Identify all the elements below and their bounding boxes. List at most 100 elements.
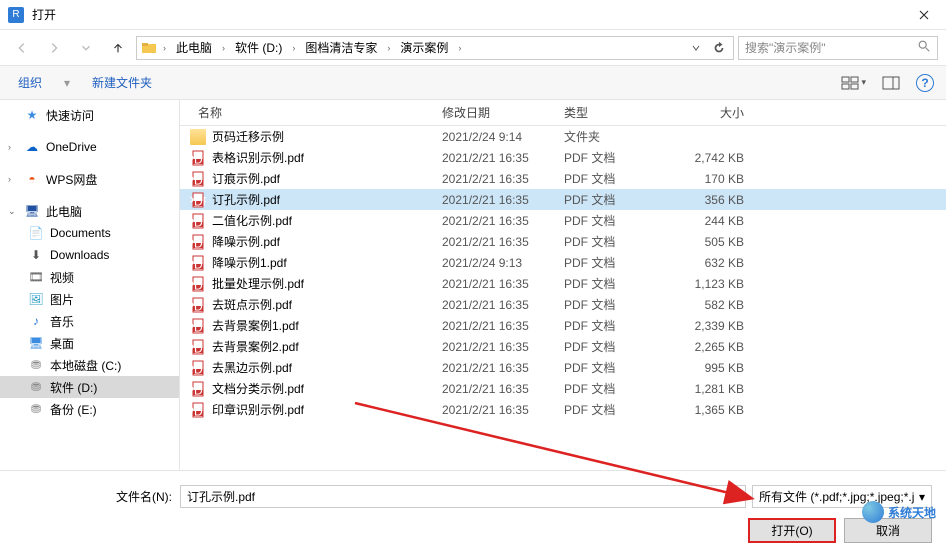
file-row[interactable]: PDF去黑边示例.pdf2021/2/21 16:35PDF 文档995 KB <box>180 357 946 378</box>
pdf-icon: PDF <box>190 339 206 355</box>
pdf-icon: PDF <box>190 192 206 208</box>
close-button[interactable] <box>901 0 946 30</box>
organize-button[interactable]: 组织 <box>12 72 48 93</box>
file-type: PDF 文档 <box>564 401 672 418</box>
file-type: PDF 文档 <box>564 191 672 208</box>
sidebar-this-pc[interactable]: ⌄🖥此电脑 <box>0 200 179 222</box>
file-row[interactable]: PDF去斑点示例.pdf2021/2/21 16:35PDF 文档582 KB <box>180 294 946 315</box>
sidebar-disk-e[interactable]: ⛃备份 (E:) <box>0 398 179 420</box>
sidebar-pictures[interactable]: 🖼图片 <box>0 288 179 310</box>
column-size[interactable]: 大小 <box>672 104 752 121</box>
file-row[interactable]: PDF去背景案例2.pdf2021/2/21 16:35PDF 文档2,265 … <box>180 336 946 357</box>
file-row[interactable]: PDF降噪示例.pdf2021/2/21 16:35PDF 文档505 KB <box>180 231 946 252</box>
file-row[interactable]: PDF二值化示例.pdf2021/2/21 16:35PDF 文档244 KB <box>180 210 946 231</box>
file-date: 2021/2/21 16:35 <box>442 214 564 228</box>
file-type: PDF 文档 <box>564 275 672 292</box>
file-row[interactable]: PDF订孔示例.pdf2021/2/21 16:35PDF 文档356 KB <box>180 189 946 210</box>
file-name: 表格识别示例.pdf <box>212 149 304 166</box>
file-date: 2021/2/21 16:35 <box>442 277 564 291</box>
address-bar[interactable]: › 此电脑 › 软件 (D:) › 图档清洁专家 › 演示案例 › <box>136 36 734 60</box>
file-size: 244 KB <box>672 214 752 228</box>
column-date[interactable]: 修改日期 <box>442 104 564 121</box>
address-dropdown[interactable] <box>687 43 705 53</box>
sidebar-disk-c[interactable]: ⛃本地磁盘 (C:) <box>0 354 179 376</box>
file-type: PDF 文档 <box>564 317 672 334</box>
breadcrumb-folder1[interactable]: 图档清洁专家 <box>301 39 381 56</box>
column-type[interactable]: 类型 <box>564 104 672 121</box>
recent-locations-button[interactable] <box>72 36 100 60</box>
file-type: PDF 文档 <box>564 233 672 250</box>
sidebar-disk-d[interactable]: ⛃软件 (D:) <box>0 376 179 398</box>
watermark-text: 系统天地 <box>888 504 936 521</box>
sidebar-videos[interactable]: 🎞视频 <box>0 266 179 288</box>
svg-text:PDF: PDF <box>190 152 206 166</box>
breadcrumb-drive[interactable]: 软件 (D:) <box>231 39 286 56</box>
column-name[interactable]: 名称 <box>180 104 442 121</box>
file-row[interactable]: PDF表格识别示例.pdf2021/2/21 16:35PDF 文档2,742 … <box>180 147 946 168</box>
file-type: 文件夹 <box>564 128 672 145</box>
sidebar-downloads[interactable]: ⬇Downloads <box>0 244 179 266</box>
svg-text:PDF: PDF <box>190 404 206 418</box>
sidebar-music[interactable]: ♪音乐 <box>0 310 179 332</box>
sidebar-documents[interactable]: 📄Documents <box>0 222 179 244</box>
filename-value: 订孔示例.pdf <box>187 488 255 505</box>
file-row[interactable]: PDF批量处理示例.pdf2021/2/21 16:35PDF 文档1,123 … <box>180 273 946 294</box>
globe-icon <box>862 501 884 523</box>
search-icon <box>917 39 931 56</box>
back-button[interactable] <box>8 36 36 60</box>
pdf-icon: PDF <box>190 150 206 166</box>
file-size: 995 KB <box>672 361 752 375</box>
forward-button[interactable] <box>40 36 68 60</box>
help-button[interactable]: ? <box>916 74 934 92</box>
window-title: 打开 <box>32 6 56 23</box>
file-type: PDF 文档 <box>564 380 672 397</box>
open-button[interactable]: 打开(O) <box>748 518 836 543</box>
file-row[interactable]: PDF文档分类示例.pdf2021/2/21 16:35PDF 文档1,281 … <box>180 378 946 399</box>
refresh-button[interactable] <box>709 41 729 55</box>
file-date: 2021/2/21 16:35 <box>442 172 564 186</box>
sidebar-label: Documents <box>50 226 111 240</box>
sidebar-label: WPS网盘 <box>46 171 97 188</box>
breadcrumb-folder2[interactable]: 演示案例 <box>396 39 452 56</box>
dialog-footer: 文件名(N): 订孔示例.pdf ▾ 所有文件 (*.pdf;*.jpg;*.j… <box>0 470 946 557</box>
new-folder-button[interactable]: 新建文件夹 <box>86 72 158 93</box>
sidebar-desktop[interactable]: 🖥桌面 <box>0 332 179 354</box>
search-input[interactable]: 搜索"演示案例" <box>738 36 938 60</box>
file-name: 印章识别示例.pdf <box>212 401 304 418</box>
file-name: 去斑点示例.pdf <box>212 296 292 313</box>
file-type: PDF 文档 <box>564 296 672 313</box>
sidebar-label: 图片 <box>50 291 74 308</box>
svg-text:PDF: PDF <box>190 257 206 271</box>
breadcrumb-thispc[interactable]: 此电脑 <box>172 39 216 56</box>
sidebar-quick-access[interactable]: ★快速访问 <box>0 104 179 126</box>
file-name: 批量处理示例.pdf <box>212 275 304 292</box>
file-row[interactable]: PDF印章识别示例.pdf2021/2/21 16:35PDF 文档1,365 … <box>180 399 946 420</box>
file-date: 2021/2/24 9:13 <box>442 256 564 270</box>
file-date: 2021/2/21 16:35 <box>442 235 564 249</box>
sidebar-onedrive[interactable]: ›☁OneDrive <box>0 136 179 158</box>
up-button[interactable] <box>104 36 132 60</box>
svg-text:PDF: PDF <box>190 173 206 187</box>
file-size: 2,339 KB <box>672 319 752 333</box>
sidebar-wps[interactable]: ›◓WPS网盘 <box>0 168 179 190</box>
toolbar: 组织 ▾ 新建文件夹 ▾ ? <box>0 66 946 100</box>
svg-text:PDF: PDF <box>190 362 206 376</box>
file-row[interactable]: 页码迁移示例2021/2/24 9:14文件夹 <box>180 126 946 147</box>
file-size: 1,123 KB <box>672 277 752 291</box>
chevron-right-icon: › <box>220 43 227 53</box>
file-row[interactable]: PDF去背景案例1.pdf2021/2/21 16:35PDF 文档2,339 … <box>180 315 946 336</box>
file-row[interactable]: PDF降噪示例1.pdf2021/2/24 9:13PDF 文档632 KB <box>180 252 946 273</box>
toolbar-menu-dropdown[interactable]: ▾ <box>64 76 70 90</box>
filename-input[interactable]: 订孔示例.pdf ▾ <box>180 485 746 508</box>
column-headers: 名称 修改日期 类型 大小 <box>180 100 946 126</box>
file-row[interactable]: PDF订痕示例.pdf2021/2/21 16:35PDF 文档170 KB <box>180 168 946 189</box>
view-mode-button[interactable]: ▾ <box>841 76 866 90</box>
file-type: PDF 文档 <box>564 149 672 166</box>
file-size: 1,365 KB <box>672 403 752 417</box>
preview-pane-button[interactable] <box>882 76 900 90</box>
sidebar-label: 桌面 <box>50 335 74 352</box>
file-name: 去背景案例1.pdf <box>212 317 299 334</box>
chevron-right-icon: › <box>290 43 297 53</box>
svg-text:PDF: PDF <box>190 194 206 208</box>
folder-icon <box>141 40 157 56</box>
